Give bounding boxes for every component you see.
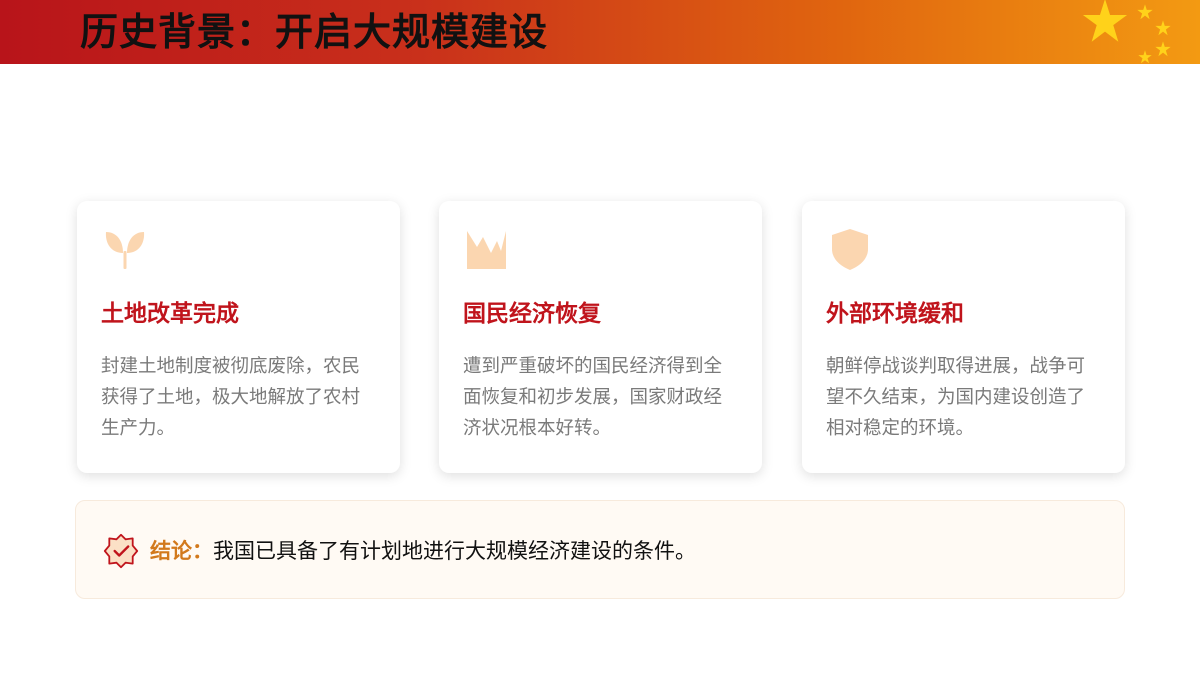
card-text: 封建土地制度被彻底废除，农民获得了土地，极大地解放了农村生产力。 (101, 356, 361, 439)
star-icon (1082, 0, 1128, 42)
star-icon (1155, 20, 1171, 36)
star-icon (1137, 4, 1153, 20)
card-land-reform: 土地改革完成 封建土地制度被彻底废除，农民获得了土地，极大地解放了农村生产力。 (77, 201, 400, 473)
shield-icon (832, 229, 868, 270)
broken-chart-icon (467, 231, 506, 269)
card-external-environment: 外部环境缓和 朝鲜停战谈判取得进展，战争可望不久结束，为国内建设创造了相对稳定的… (802, 201, 1125, 473)
check-badge-icon (103, 533, 139, 569)
conclusion-text: 我国已具备了有计划地进行大规模经济建设的条件。 (213, 539, 696, 563)
card-title: 国民经济恢复 (463, 301, 601, 327)
star-icon (1155, 41, 1171, 57)
sprout-icon (105, 232, 145, 269)
card-text: 朝鲜停战谈判取得进展，战争可望不久结束，为国内建设创造了相对稳定的环境。 (826, 356, 1086, 439)
page-title: 历史背景：开启大规模建设 (80, 10, 549, 54)
star-icon (1138, 50, 1152, 64)
conclusion-label: 结论： (150, 539, 213, 563)
card-title: 土地改革完成 (101, 301, 239, 327)
card-economy-recovery: 国民经济恢复 遭到严重破坏的国民经济得到全面恢复和初步发展，国家财政经济状况根本… (439, 201, 762, 473)
card-text: 遭到严重破坏的国民经济得到全面恢复和初步发展，国家财政经济状况根本好转。 (463, 356, 723, 439)
card-title: 外部环境缓和 (826, 301, 964, 327)
header-banner: 历史背景：开启大规模建设 (0, 0, 1200, 64)
conclusion-box: 结论：我国已具备了有计划地进行大规模经济建设的条件。 (75, 500, 1125, 599)
conclusion-text-line: 结论：我国已具备了有计划地进行大规模经济建设的条件。 (150, 537, 696, 565)
